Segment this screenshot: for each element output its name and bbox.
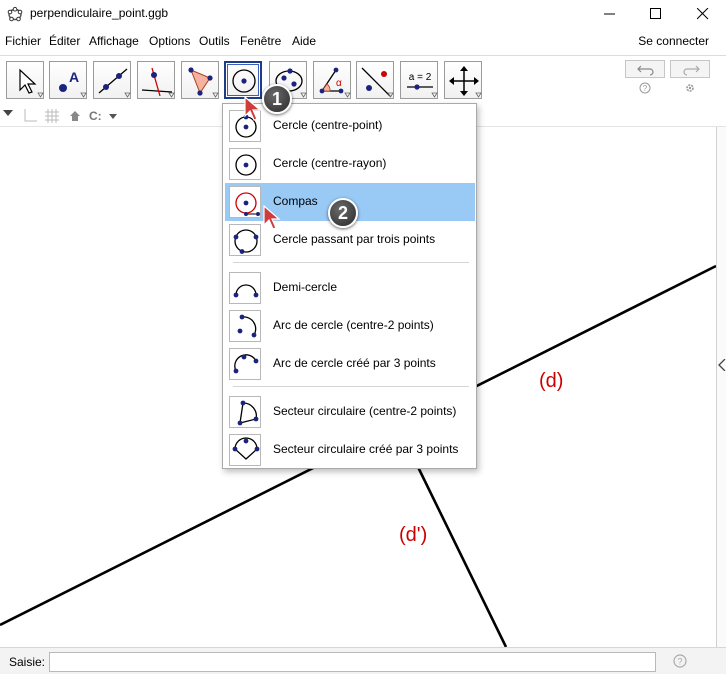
move-graphics-tool[interactable] (444, 61, 482, 99)
menu-options[interactable]: Options (149, 34, 190, 48)
sector-three-points-icon (232, 437, 260, 460)
dropdown-separator (233, 262, 469, 263)
compass-icon (235, 192, 260, 216)
circle-center-radius-icon (235, 154, 257, 176)
slider-icon: a = 2 (407, 72, 438, 98)
help-icon[interactable]: ? (639, 82, 651, 94)
input-help-icon[interactable]: ? (673, 654, 687, 668)
minimize-button[interactable] (587, 0, 633, 28)
arc-three-points-icon (233, 354, 259, 374)
grid-toggle-icon[interactable] (45, 109, 59, 123)
geogebra-logo-icon (7, 6, 23, 22)
dropdown-item-label: Arc de cercle (centre-2 points) (273, 318, 434, 332)
dropdown-item-label: Demi-cercle (273, 280, 338, 294)
menu-aide[interactable]: Aide (292, 34, 316, 48)
title-bar: perpendiculaire_point.ggb (0, 0, 726, 28)
menu-outils[interactable]: Outils (199, 34, 230, 48)
home-icon[interactable] (69, 110, 81, 122)
sign-in-link[interactable]: Se connecter (638, 34, 709, 48)
polygon-icon (188, 67, 219, 98)
move-cross-icon (449, 66, 482, 98)
angle-alpha-icon: α (319, 67, 351, 98)
reflect-tool[interactable] (356, 61, 394, 99)
menu-fenetre[interactable]: Fenêtre (240, 34, 281, 48)
dropdown-separator (233, 386, 469, 387)
close-icon (697, 8, 709, 20)
undo-button[interactable] (625, 60, 665, 78)
move-tool[interactable] (6, 61, 44, 99)
input-field[interactable] (49, 652, 656, 672)
circle-three-points-icon (233, 229, 259, 254)
angle-tool[interactable]: α (313, 61, 351, 99)
dropdown-item-secteur-centre-2-points[interactable]: Secteur circulaire (centre-2 points) (225, 393, 475, 431)
redo-icon (683, 65, 700, 76)
arrow-cursor-icon (19, 68, 44, 98)
semicircle-icon (233, 284, 259, 298)
svg-text:?: ? (677, 657, 682, 667)
line-d-prime-label: (d') (399, 524, 428, 546)
svg-text:C:: C: (89, 109, 102, 123)
menu-affichage[interactable]: Affichage (89, 34, 139, 48)
line-d-label: (d) (539, 370, 564, 392)
chevron-left-icon (718, 359, 726, 371)
line-d-prime[interactable] (416, 466, 508, 647)
circle-tools-dropdown: Cercle (centre-point) Cercle (centre-ray… (222, 103, 477, 469)
circle-tool[interactable] (224, 61, 262, 99)
step-badge-1: 1 (262, 84, 292, 114)
dropdown-item-cercle-centre-rayon[interactable]: Cercle (centre-rayon) (225, 145, 475, 183)
svg-text:α: α (336, 78, 342, 89)
line-two-points-icon (98, 68, 131, 98)
maximize-icon (650, 8, 661, 19)
line-tool[interactable] (93, 61, 131, 99)
menu-editer[interactable]: Éditer (49, 34, 80, 48)
sector-center-two-points-icon (237, 400, 259, 426)
gear-icon[interactable] (684, 82, 696, 94)
maximize-button[interactable] (633, 0, 679, 28)
dropdown-item-label: Cercle (centre-rayon) (273, 156, 387, 170)
undo-icon (637, 65, 654, 76)
circle-center-point-icon (232, 69, 256, 93)
polygon-tool[interactable] (181, 61, 219, 99)
mouse-cursor-icon (244, 96, 262, 121)
dropdown-item-arc-trois-points[interactable]: Arc de cercle créé par 3 points (225, 345, 475, 383)
dropdown-item-label: Secteur circulaire (centre-2 points) (273, 404, 457, 418)
dropdown-item-label: Cercle passant par trois points (273, 232, 436, 246)
point-tool[interactable]: A (49, 61, 87, 99)
reflect-line-icon (361, 67, 394, 98)
dropdown-item-label: Secteur circulaire créé par 3 points (273, 442, 459, 456)
dropdown-item-arc-centre-2-points[interactable]: Arc de cercle (centre-2 points) (225, 307, 475, 345)
menu-bar: Fichier Éditer Affichage Options Outils … (0, 30, 726, 52)
menu-fichier[interactable]: Fichier (5, 34, 41, 48)
input-bar: Saisie: ? (0, 647, 726, 674)
minimize-icon (604, 13, 615, 15)
step-badge-2: 2 (328, 198, 358, 228)
svg-text:?: ? (643, 84, 648, 93)
redo-button[interactable] (670, 60, 710, 78)
dropdown-item-label: Cercle (centre-point) (273, 118, 383, 132)
svg-text:A: A (69, 69, 79, 85)
dropdown-item-label: Arc de cercle créé par 3 points (273, 356, 436, 370)
dropdown-item-cercle-centre-point[interactable]: Cercle (centre-point) (225, 107, 475, 145)
dropdown-item-demi-cercle[interactable]: Demi-cercle (225, 269, 475, 307)
input-label: Saisie: (9, 655, 46, 669)
toolbar: A α a = 2 (0, 55, 726, 105)
perpendicular-tool[interactable] (137, 61, 175, 99)
slider-tool[interactable]: a = 2 (400, 61, 438, 99)
dropdown-item-secteur-trois-points[interactable]: Secteur circulaire créé par 3 points (225, 431, 475, 469)
close-button[interactable] (680, 0, 726, 28)
perpendicular-line-icon (141, 67, 175, 98)
mouse-cursor-icon (263, 205, 281, 230)
axes-toggle-icon[interactable] (23, 109, 37, 123)
point-capture-icon[interactable]: C: (89, 109, 119, 123)
side-panel-handle[interactable] (716, 127, 726, 647)
arc-center-two-points-icon (237, 314, 257, 338)
style-bar-toggle-icon[interactable] (3, 110, 13, 118)
point-a-icon: A (59, 69, 87, 98)
window-title: perpendiculaire_point.ggb (30, 6, 169, 20)
slider-tool-label: a = 2 (409, 72, 432, 83)
